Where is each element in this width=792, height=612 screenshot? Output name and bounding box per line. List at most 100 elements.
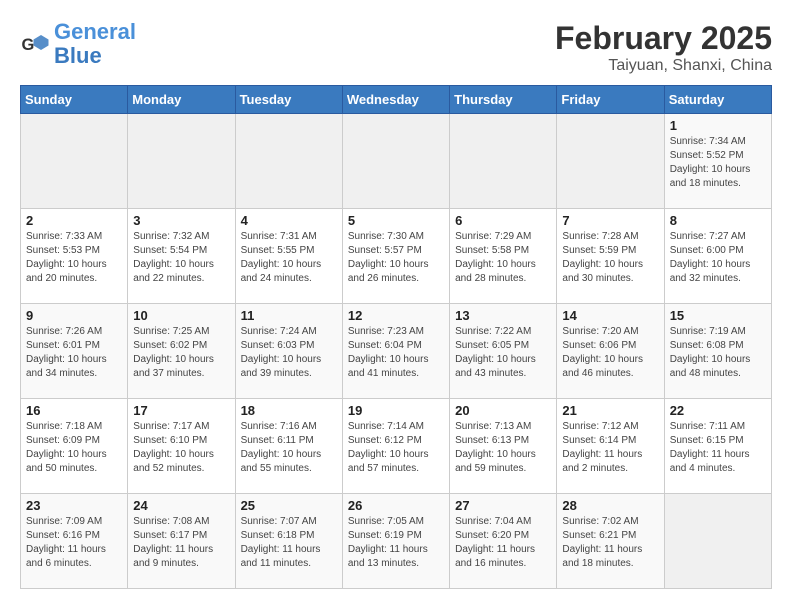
day-info: Sunrise: 7:11 AM Sunset: 6:15 PM Dayligh… [670, 420, 766, 476]
day-number: 1 [670, 118, 766, 133]
calendar-cell [128, 114, 235, 209]
day-number: 11 [241, 308, 337, 323]
calendar-cell [450, 114, 557, 209]
day-info: Sunrise: 7:12 AM Sunset: 6:14 PM Dayligh… [562, 420, 658, 476]
calendar-cell: 26 Sunrise: 7:05 AM Sunset: 6:19 PM Dayli… [342, 494, 449, 589]
calendar-cell: 20 Sunrise: 7:13 AM Sunset: 6:13 PM Dayli… [450, 399, 557, 494]
day-info: Sunrise: 7:07 AM Sunset: 6:18 PM Dayligh… [241, 515, 337, 571]
day-info: Sunrise: 7:33 AM Sunset: 5:53 PM Dayligh… [26, 230, 122, 286]
calendar-cell: 28 Sunrise: 7:02 AM Sunset: 6:21 PM Dayli… [557, 494, 664, 589]
weekday-friday: Friday [557, 86, 664, 114]
day-info: Sunrise: 7:18 AM Sunset: 6:09 PM Dayligh… [26, 420, 122, 476]
day-info: Sunrise: 7:19 AM Sunset: 6:08 PM Dayligh… [670, 325, 766, 381]
day-number: 20 [455, 403, 551, 418]
calendar-cell: 18 Sunrise: 7:16 AM Sunset: 6:11 PM Dayli… [235, 399, 342, 494]
day-number: 28 [562, 498, 658, 513]
title-block: February 2025 Taiyuan, Shanxi, China [555, 20, 772, 75]
calendar-cell: 17 Sunrise: 7:17 AM Sunset: 6:10 PM Dayli… [128, 399, 235, 494]
day-number: 19 [348, 403, 444, 418]
day-info: Sunrise: 7:28 AM Sunset: 5:59 PM Dayligh… [562, 230, 658, 286]
day-info: Sunrise: 7:31 AM Sunset: 5:55 PM Dayligh… [241, 230, 337, 286]
weekday-wednesday: Wednesday [342, 86, 449, 114]
day-number: 17 [133, 403, 229, 418]
day-info: Sunrise: 7:26 AM Sunset: 6:01 PM Dayligh… [26, 325, 122, 381]
calendar-cell: 1 Sunrise: 7:34 AM Sunset: 5:52 PM Daylig… [664, 114, 771, 209]
calendar-cell: 8 Sunrise: 7:27 AM Sunset: 6:00 PM Daylig… [664, 209, 771, 304]
calendar-table: SundayMondayTuesdayWednesdayThursdayFrid… [20, 85, 772, 589]
day-info: Sunrise: 7:32 AM Sunset: 5:54 PM Dayligh… [133, 230, 229, 286]
weekday-header-row: SundayMondayTuesdayWednesdayThursdayFrid… [21, 86, 772, 114]
day-info: Sunrise: 7:09 AM Sunset: 6:16 PM Dayligh… [26, 515, 122, 571]
calendar-subtitle: Taiyuan, Shanxi, China [555, 57, 772, 75]
week-row-5: 23 Sunrise: 7:09 AM Sunset: 6:16 PM Dayli… [21, 494, 772, 589]
calendar-cell: 24 Sunrise: 7:08 AM Sunset: 6:17 PM Dayli… [128, 494, 235, 589]
calendar-cell: 27 Sunrise: 7:04 AM Sunset: 6:20 PM Dayli… [450, 494, 557, 589]
day-info: Sunrise: 7:13 AM Sunset: 6:13 PM Dayligh… [455, 420, 551, 476]
day-number: 18 [241, 403, 337, 418]
day-number: 5 [348, 213, 444, 228]
week-row-2: 2 Sunrise: 7:33 AM Sunset: 5:53 PM Daylig… [21, 209, 772, 304]
calendar-cell: 7 Sunrise: 7:28 AM Sunset: 5:59 PM Daylig… [557, 209, 664, 304]
day-number: 14 [562, 308, 658, 323]
calendar-cell: 9 Sunrise: 7:26 AM Sunset: 6:01 PM Daylig… [21, 304, 128, 399]
day-info: Sunrise: 7:20 AM Sunset: 6:06 PM Dayligh… [562, 325, 658, 381]
day-number: 22 [670, 403, 766, 418]
day-number: 23 [26, 498, 122, 513]
day-info: Sunrise: 7:08 AM Sunset: 6:17 PM Dayligh… [133, 515, 229, 571]
day-info: Sunrise: 7:24 AM Sunset: 6:03 PM Dayligh… [241, 325, 337, 381]
day-info: Sunrise: 7:22 AM Sunset: 6:05 PM Dayligh… [455, 325, 551, 381]
day-number: 27 [455, 498, 551, 513]
calendar-cell: 25Sunrise: 7:07 AM Sunset: 6:18 PM Dayli… [235, 494, 342, 589]
day-info: Sunrise: 7:27 AM Sunset: 6:00 PM Dayligh… [670, 230, 766, 286]
week-row-4: 16 Sunrise: 7:18 AM Sunset: 6:09 PM Dayli… [21, 399, 772, 494]
calendar-cell: 13 Sunrise: 7:22 AM Sunset: 6:05 PM Dayli… [450, 304, 557, 399]
week-row-3: 9 Sunrise: 7:26 AM Sunset: 6:01 PM Daylig… [21, 304, 772, 399]
day-number: 3 [133, 213, 229, 228]
calendar-cell: 11 Sunrise: 7:24 AM Sunset: 6:03 PM Dayli… [235, 304, 342, 399]
day-info: Sunrise: 7:30 AM Sunset: 5:57 PM Dayligh… [348, 230, 444, 286]
day-number: 4 [241, 213, 337, 228]
day-info: Sunrise: 7:17 AM Sunset: 6:10 PM Dayligh… [133, 420, 229, 476]
calendar-cell: 4 Sunrise: 7:31 AM Sunset: 5:55 PM Daylig… [235, 209, 342, 304]
day-number: 26 [348, 498, 444, 513]
day-number: 7 [562, 213, 658, 228]
weekday-monday: Monday [128, 86, 235, 114]
logo-icon: G [20, 29, 50, 59]
calendar-title: February 2025 [555, 20, 772, 57]
day-number: 24 [133, 498, 229, 513]
calendar-cell: 14 Sunrise: 7:20 AM Sunset: 6:06 PM Dayli… [557, 304, 664, 399]
day-number: 13 [455, 308, 551, 323]
day-info: Sunrise: 7:16 AM Sunset: 6:11 PM Dayligh… [241, 420, 337, 476]
calendar-cell [342, 114, 449, 209]
calendar-cell: 23 Sunrise: 7:09 AM Sunset: 6:16 PM Dayli… [21, 494, 128, 589]
weekday-saturday: Saturday [664, 86, 771, 114]
day-number: 10 [133, 308, 229, 323]
day-number: 16 [26, 403, 122, 418]
day-number: 15 [670, 308, 766, 323]
weekday-thursday: Thursday [450, 86, 557, 114]
day-info: Sunrise: 7:02 AM Sunset: 6:21 PM Dayligh… [562, 515, 658, 571]
day-number: 21 [562, 403, 658, 418]
day-number: 9 [26, 308, 122, 323]
weekday-sunday: Sunday [21, 86, 128, 114]
calendar-cell: 19Sunrise: 7:14 AM Sunset: 6:12 PM Dayli… [342, 399, 449, 494]
calendar-cell: 22 Sunrise: 7:11 AM Sunset: 6:15 PM Dayli… [664, 399, 771, 494]
calendar-cell [557, 114, 664, 209]
day-number: 8 [670, 213, 766, 228]
calendar-cell [21, 114, 128, 209]
calendar-cell [235, 114, 342, 209]
day-info: Sunrise: 7:05 AM Sunset: 6:19 PM Dayligh… [348, 515, 444, 571]
day-number: 2 [26, 213, 122, 228]
week-row-1: 1 Sunrise: 7:34 AM Sunset: 5:52 PM Daylig… [21, 114, 772, 209]
calendar-cell: 5 Sunrise: 7:30 AM Sunset: 5:57 PM Daylig… [342, 209, 449, 304]
page-header: G GeneralBlue February 2025 Taiyuan, Sha… [20, 20, 772, 75]
calendar-cell [664, 494, 771, 589]
day-info: Sunrise: 7:23 AM Sunset: 6:04 PM Dayligh… [348, 325, 444, 381]
weekday-tuesday: Tuesday [235, 86, 342, 114]
calendar-cell: 16 Sunrise: 7:18 AM Sunset: 6:09 PM Dayli… [21, 399, 128, 494]
day-number: 12 [348, 308, 444, 323]
day-info: Sunrise: 7:34 AM Sunset: 5:52 PM Dayligh… [670, 135, 766, 191]
logo-text: GeneralBlue [54, 20, 136, 68]
calendar-cell: 10Sunrise: 7:25 AM Sunset: 6:02 PM Dayli… [128, 304, 235, 399]
day-info: Sunrise: 7:04 AM Sunset: 6:20 PM Dayligh… [455, 515, 551, 571]
